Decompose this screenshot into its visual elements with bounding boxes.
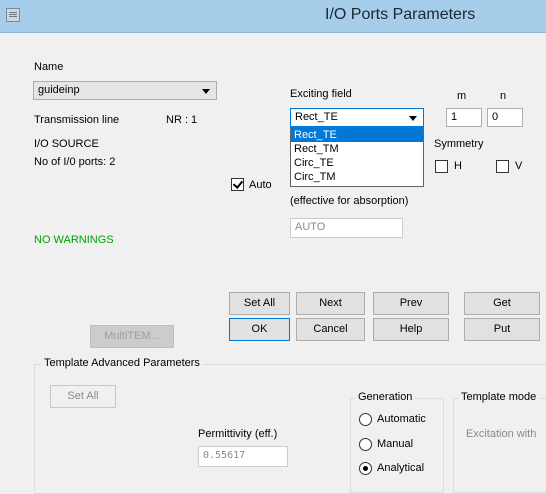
nr-label: NR : 1 bbox=[166, 114, 198, 126]
auto-checkbox[interactable] bbox=[231, 178, 244, 191]
multitem-button[interactable]: MultiTEM... bbox=[90, 325, 174, 348]
option-circ-te[interactable]: Circ_TE bbox=[291, 156, 423, 170]
template-mode-title: Template mode bbox=[458, 391, 540, 403]
generation-analytical-label: Analytical bbox=[377, 462, 425, 474]
ok-button[interactable]: OK bbox=[229, 318, 290, 341]
get-button[interactable]: Get bbox=[464, 292, 540, 315]
symmetry-v-label: V bbox=[515, 160, 523, 172]
help-button[interactable]: Help bbox=[373, 318, 449, 341]
template-advanced-title: Template Advanced Parameters bbox=[41, 357, 203, 369]
auto-label: Auto bbox=[249, 179, 272, 191]
next-button[interactable]: Next bbox=[296, 292, 365, 315]
put-button[interactable]: Put bbox=[464, 318, 540, 341]
auto-value-field[interactable]: AUTO bbox=[290, 218, 403, 238]
warnings-status: NO WARNINGS bbox=[34, 234, 114, 246]
window-title: I/O Ports Parameters bbox=[325, 6, 476, 23]
num-ports-label: No of I/0 ports: 2 bbox=[34, 156, 116, 168]
exciting-field-value: Rect_TE bbox=[295, 111, 338, 123]
generation-automatic-radio[interactable] bbox=[359, 413, 372, 426]
generation-title: Generation bbox=[355, 391, 416, 403]
cancel-button[interactable]: Cancel bbox=[296, 318, 365, 341]
name-dropdown-value: guideinp bbox=[38, 84, 80, 96]
exciting-field-label: Exciting field bbox=[290, 88, 352, 100]
n-input[interactable]: 0 bbox=[487, 108, 523, 127]
template-mode-group bbox=[453, 398, 546, 493]
option-circ-tm[interactable]: Circ_TM bbox=[291, 170, 423, 184]
template-set-all-button[interactable]: Set All bbox=[50, 385, 116, 408]
chevron-down-icon bbox=[202, 89, 210, 94]
symmetry-v-checkbox[interactable] bbox=[496, 160, 509, 173]
effective-note: (effective for absorption) bbox=[290, 195, 409, 207]
m-input[interactable]: 1 bbox=[446, 108, 482, 127]
permittivity-field[interactable]: 0.55617 bbox=[198, 446, 288, 467]
io-source-label: I/O SOURCE bbox=[34, 138, 99, 150]
option-rect-te[interactable]: Rect_TE bbox=[291, 128, 423, 142]
n-label: n bbox=[500, 90, 507, 102]
title-bar: I/O Ports Parameters bbox=[0, 0, 546, 33]
generation-manual-radio[interactable] bbox=[359, 438, 372, 451]
excitation-label: Excitation with bbox=[466, 428, 537, 440]
option-rect-tm[interactable]: Rect_TM bbox=[291, 142, 423, 156]
exciting-field-options: Rect_TE Rect_TM Circ_TE Circ_TM bbox=[290, 127, 424, 187]
chevron-down-icon bbox=[409, 116, 417, 121]
generation-analytical-radio[interactable] bbox=[359, 462, 372, 475]
symmetry-h-checkbox[interactable] bbox=[435, 160, 448, 173]
set-all-button[interactable]: Set All bbox=[229, 292, 290, 315]
generation-automatic-label: Automatic bbox=[377, 413, 426, 425]
prev-button[interactable]: Prev bbox=[373, 292, 449, 315]
exciting-field-dropdown[interactable]: Rect_TE bbox=[290, 108, 424, 127]
window-menu-icon[interactable] bbox=[6, 8, 20, 22]
generation-manual-label: Manual bbox=[377, 438, 414, 450]
symmetry-label: Symmetry bbox=[434, 138, 484, 150]
permittivity-label: Permittivity (eff.) bbox=[198, 428, 278, 440]
symmetry-h-label: H bbox=[454, 160, 462, 172]
transmission-line-label: Transmission line bbox=[34, 114, 120, 126]
m-label: m bbox=[457, 90, 467, 102]
name-dropdown[interactable]: guideinp bbox=[33, 81, 217, 100]
name-label: Name bbox=[34, 61, 64, 73]
